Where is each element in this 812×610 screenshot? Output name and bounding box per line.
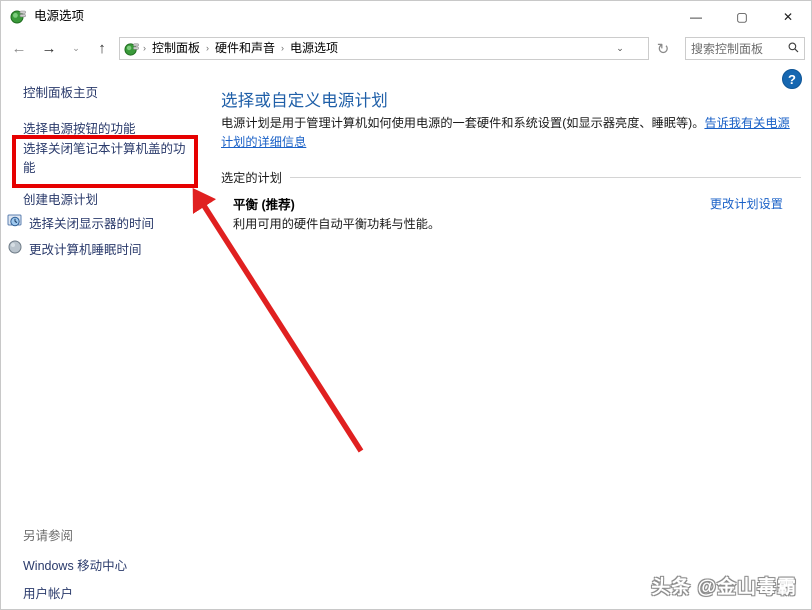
power-options-window: 电源选项 — ▢ ✕ ← → ⌄ ↑ › 控制面板 › 硬件和声音 › 电源选项… (0, 0, 812, 610)
see-also-heading: 另请参阅 (23, 529, 74, 543)
sidebar-item-label: 更改计算机睡眠时间 (29, 243, 142, 257)
close-button[interactable]: ✕ (765, 1, 811, 32)
window-title: 电源选项 (34, 9, 85, 23)
main-panel: ? 选择或自定义电源计划 电源计划是用于管理计算机如何使用电源的一套硬件和系统设… (211, 65, 811, 609)
description-text: 电源计划是用于管理计算机如何使用电源的一套硬件和系统设置(如显示器亮度、睡眠等)… (221, 116, 705, 130)
back-button[interactable]: ← (7, 37, 31, 61)
up-button[interactable]: ↑ (91, 37, 113, 61)
search-icon (788, 42, 799, 56)
watermark: 头条 @金山毒霸 (651, 577, 797, 598)
search-input[interactable]: 搜索控制面板 (691, 40, 763, 57)
forward-button[interactable]: → (37, 37, 61, 61)
minimize-button[interactable]: — (673, 1, 719, 32)
maximize-button[interactable]: ▢ (719, 1, 765, 32)
sidebar-item-user-accounts[interactable]: 用户帐户 (23, 583, 73, 602)
help-icon[interactable]: ? (782, 69, 802, 89)
sidebar-item-label: 选择关闭显示器的时间 (29, 217, 155, 231)
sidebar-item-sleep-time[interactable]: 更改计算机睡眠时间 (7, 239, 142, 258)
breadcrumb-hardware-sound[interactable]: 硬件和声音 (210, 38, 280, 59)
sidebar-item-create-power-plan[interactable]: 创建电源计划 (23, 189, 98, 208)
section-label: 选定的计划 (221, 171, 282, 185)
refresh-button[interactable]: ↻ (651, 37, 675, 61)
sidebar-item-power-button-action[interactable]: 选择电源按钮的功能 (23, 118, 136, 137)
sidebar-item-display-off-time[interactable]: 选择关闭显示器的时间 (7, 213, 154, 232)
sidebar-item-control-panel-home[interactable]: 控制面板主页 (23, 82, 98, 101)
title-bar: 电源选项 — ▢ ✕ (1, 1, 811, 32)
sleep-moon-icon (7, 239, 23, 255)
sidebar: 控制面板主页 选择电源按钮的功能 选择关闭笔记本计算机盖的功能 创建电源计划 选… (1, 65, 211, 609)
sidebar-item-windows-mobility-center[interactable]: Windows 移动中心 (23, 555, 127, 574)
address-power-plug-icon (124, 41, 140, 57)
window-controls: — ▢ ✕ (673, 1, 811, 32)
plan-name: 平衡 (推荐) (233, 198, 295, 212)
search-box[interactable]: 搜索控制面板 (685, 37, 805, 60)
breadcrumb-control-panel[interactable]: 控制面板 (147, 38, 205, 59)
sidebar-item-lid-close-action[interactable]: 选择关闭笔记本计算机盖的功能 (23, 140, 193, 178)
content-area: 控制面板主页 选择电源按钮的功能 选择关闭笔记本计算机盖的功能 创建电源计划 选… (1, 65, 811, 609)
address-bar[interactable]: › 控制面板 › 硬件和声音 › 电源选项 ⌄ (119, 37, 649, 60)
plan-description: 利用可用的硬件自动平衡功耗与性能。 (233, 217, 441, 231)
power-plug-icon (10, 8, 27, 25)
navigation-bar: ← → ⌄ ↑ › 控制面板 › 硬件和声音 › 电源选项 ⌄ ↻ 搜索控制面板 (1, 32, 811, 65)
change-plan-settings-link[interactable]: 更改计划设置 (710, 194, 783, 212)
monitor-clock-icon (7, 213, 23, 229)
page-description: 电源计划是用于管理计算机如何使用电源的一套硬件和系统设置(如显示器亮度、睡眠等)… (221, 114, 801, 152)
section-divider (289, 176, 801, 178)
chevron-down-icon[interactable]: ⌄ (612, 38, 628, 59)
page-title: 选择或自定义电源计划 (221, 92, 388, 110)
breadcrumb-power-options[interactable]: 电源选项 (285, 38, 343, 59)
history-dropdown-icon[interactable]: ⌄ (67, 37, 85, 61)
selected-plan-section-header: 选定的计划 (221, 168, 801, 186)
